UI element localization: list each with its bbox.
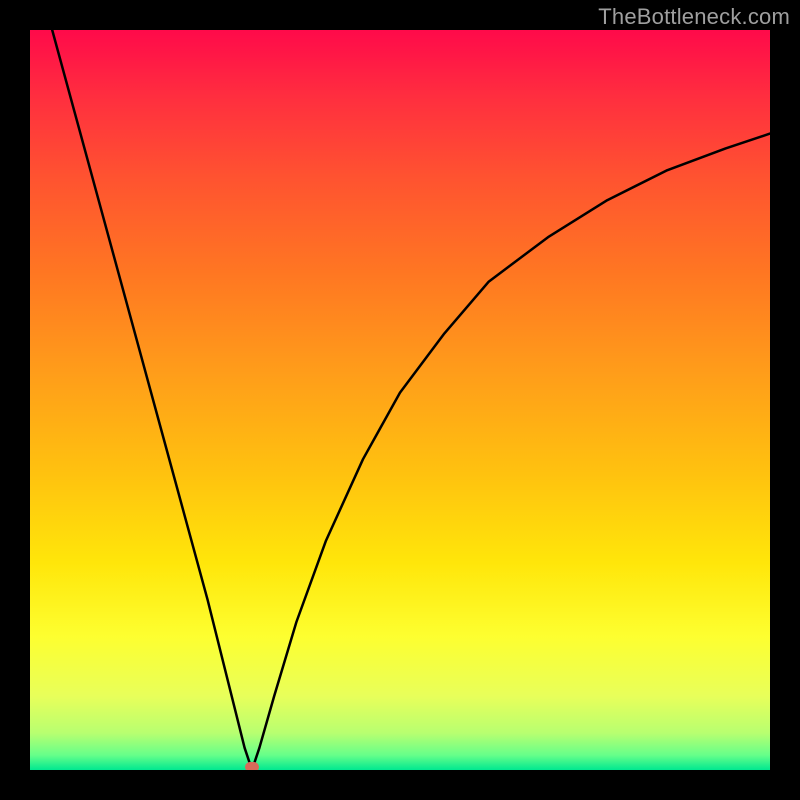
chart-frame: TheBottleneck.com	[0, 0, 800, 800]
optimum-marker	[245, 762, 259, 770]
bottleneck-curve	[30, 30, 770, 770]
plot-area	[30, 30, 770, 770]
watermark-text: TheBottleneck.com	[598, 4, 790, 30]
